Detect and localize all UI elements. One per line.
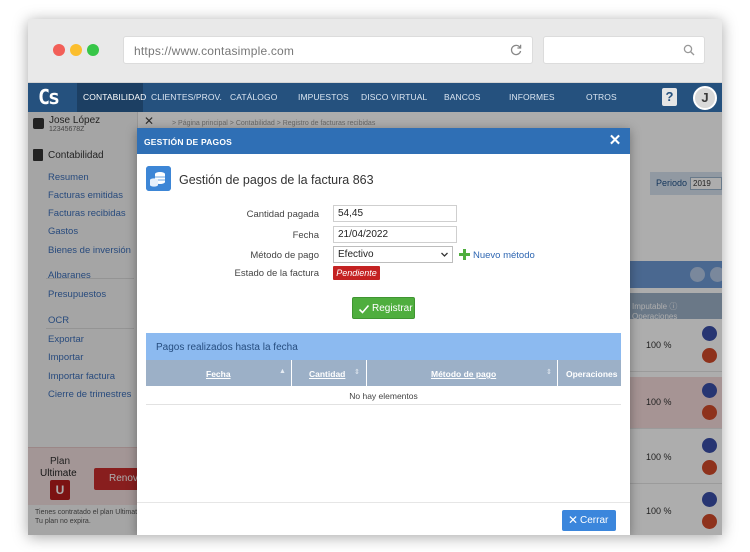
sort-icon: ⇕ <box>354 369 360 376</box>
maximize-window-button[interactable] <box>87 44 99 56</box>
new-method-link[interactable]: Nuevo método <box>473 250 535 261</box>
column-operaciones-label: Operaciones <box>566 369 618 379</box>
column-metodo-label: Método de pago <box>431 369 497 379</box>
sort-asc-icon: ▲ <box>279 368 286 375</box>
column-metodo[interactable]: Método de pago ⇕ <box>367 360 558 386</box>
date-label: Fecha <box>292 230 319 241</box>
browser-chrome: https://www.contasimple.com <box>28 19 722 83</box>
status-label: Estado de la factura <box>234 268 320 279</box>
column-operaciones: Operaciones <box>558 360 621 386</box>
minimize-window-button[interactable] <box>70 44 82 56</box>
nav-informes[interactable]: INFORMES <box>509 83 555 112</box>
register-button[interactable]: Registrar <box>352 297 415 319</box>
table-divider <box>146 404 621 405</box>
nav-otros[interactable]: OTROS <box>586 83 617 112</box>
modal-footer-divider <box>137 502 630 503</box>
close-window-button[interactable] <box>53 44 65 56</box>
x-icon: ✕ <box>568 513 579 527</box>
method-select-value: Efectivo <box>338 249 374 260</box>
check-icon <box>358 304 370 314</box>
sort-icon: ⇕ <box>546 369 552 376</box>
nav-clientes[interactable]: CLIENTES/PROV. <box>151 83 222 112</box>
method-label: Método de pago <box>250 250 319 261</box>
address-bar[interactable]: https://www.contasimple.com <box>123 36 533 64</box>
search-icon <box>683 44 695 56</box>
payments-table-header: Fecha ▲ Cantidad ⇕ Método de pago ⇕ Oper… <box>146 360 621 386</box>
modal-header: GESTIÓN DE PAGOS ✕ <box>137 128 630 154</box>
screenshot-stage: https://www.contasimple.com Cs CONTABILI… <box>0 0 750 552</box>
method-select[interactable]: Efectivo <box>333 246 453 263</box>
browser-window: https://www.contasimple.com Cs CONTABILI… <box>28 19 722 535</box>
reload-icon[interactable] <box>509 43 523 57</box>
url-text: https://www.contasimple.com <box>134 44 295 58</box>
close-icon[interactable]: ✕ <box>607 132 623 150</box>
nav-catalogo[interactable]: CATÁLOGO <box>230 83 277 112</box>
help-button[interactable]: ? <box>662 88 677 106</box>
chevron-down-icon <box>441 252 448 257</box>
coins-icon <box>146 166 171 191</box>
column-cantidad[interactable]: Cantidad ⇕ <box>292 360 367 386</box>
close-button[interactable]: ✕ Cerrar <box>562 510 616 531</box>
date-input[interactable]: 21/04/2022 <box>333 226 457 243</box>
status-badge: Pendiente <box>333 266 380 280</box>
nav-contabilidad[interactable]: CONTABILIDAD <box>77 83 146 112</box>
payments-panel-header: Pagos realizados hasta la fecha <box>146 333 621 360</box>
plus-icon[interactable] <box>459 249 470 260</box>
browser-search-bar[interactable] <box>543 36 705 64</box>
payments-modal: GESTIÓN DE PAGOS ✕ Gestión de pagos de l… <box>137 128 630 535</box>
nav-impuestos[interactable]: IMPUESTOS <box>298 83 349 112</box>
user-avatar[interactable]: J <box>693 86 717 110</box>
payments-panel-title: Pagos realizados hasta la fecha <box>156 342 298 353</box>
empty-message: No hay elementos <box>349 391 418 401</box>
amount-label: Cantidad pagada <box>246 209 319 220</box>
column-cantidad-label: Cantidad <box>309 369 346 379</box>
top-navigation: Cs CONTABILIDAD CLIENTES/PROV. CATÁLOGO … <box>28 83 722 112</box>
close-label: Cerrar <box>580 515 609 526</box>
app-logo[interactable]: Cs <box>38 85 68 110</box>
nav-bancos[interactable]: BANCOS <box>444 83 481 112</box>
column-fecha-label: Fecha <box>206 369 231 379</box>
column-fecha[interactable]: Fecha ▲ <box>146 360 292 386</box>
modal-title: GESTIÓN DE PAGOS <box>144 137 233 147</box>
register-label: Registrar <box>372 303 413 314</box>
amount-input[interactable]: 54,45 <box>333 205 457 222</box>
modal-heading: Gestión de pagos de la factura 863 <box>179 173 374 187</box>
nav-disco-virtual[interactable]: DISCO VIRTUAL <box>361 83 427 112</box>
